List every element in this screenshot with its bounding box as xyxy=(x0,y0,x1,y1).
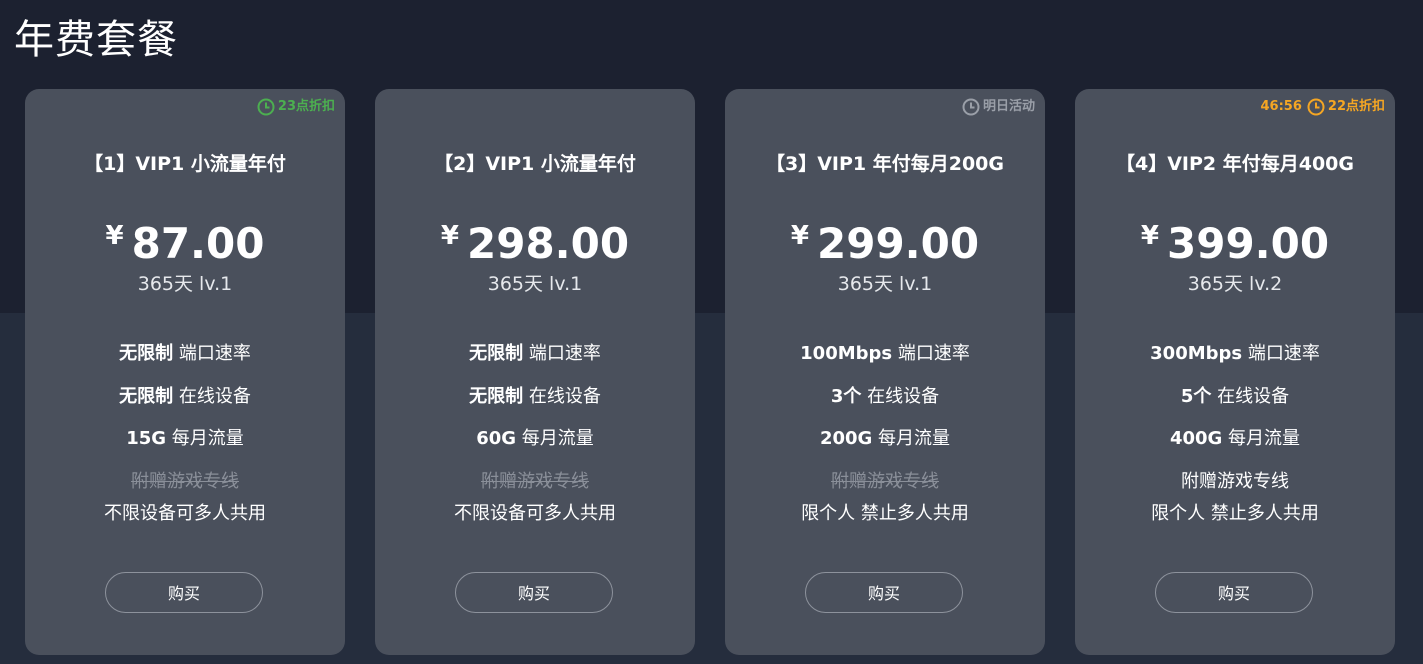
feature-sharing-policy: 限个人 禁止多人共用 xyxy=(1151,503,1319,524)
feature-sharing-policy: 限个人 禁止多人共用 xyxy=(801,503,969,524)
feature-label: 在线设备 xyxy=(528,386,601,407)
feature-sharing-policy: 不限设备可多人共用 xyxy=(454,503,616,524)
feature-monthly-traffic: 200G 每月流量 xyxy=(725,426,1045,452)
plan-card: 46:56 22点折扣 【4】VIP2 年付每月400G ¥399.00 365… xyxy=(1075,89,1395,655)
feature-online-devices: 5个 在线设备 xyxy=(1075,384,1395,410)
feature-value: 300Mbps xyxy=(1150,343,1243,364)
price-amount: 87.00 xyxy=(131,219,265,268)
feature-value: 200G xyxy=(819,428,873,449)
feature-label: 端口速率 xyxy=(897,343,970,364)
feature-game-line: 附赠游戏专线 xyxy=(1181,471,1289,492)
feature-sharing-policy: 不限设备可多人共用 xyxy=(104,503,266,524)
feature-online-devices: 3个 在线设备 xyxy=(725,384,1045,410)
feature-game-line: 附赠游戏专线 xyxy=(831,471,939,492)
promo-countdown: 46:56 xyxy=(1260,99,1302,114)
feature-value: 无限制 xyxy=(469,386,524,407)
promo-label: 明日活动 xyxy=(982,99,1035,114)
price-amount: 399.00 xyxy=(1167,219,1330,268)
feature-value: 60G xyxy=(476,428,517,449)
plan-duration: 365天 lv.1 xyxy=(137,273,233,295)
feature-value: 15G xyxy=(126,428,167,449)
plan-title: 【3】VIP1 年付每月200G xyxy=(765,153,1004,175)
feature-monthly-traffic: 400G 每月流量 xyxy=(1075,426,1395,452)
plan-duration: 365天 lv.2 xyxy=(1187,273,1283,295)
buy-button[interactable]: 购买 xyxy=(1155,572,1313,613)
promo-badge: 23点折扣 xyxy=(257,97,335,117)
plan-price: ¥399.00 xyxy=(1075,211,1395,278)
feature-label: 端口速率 xyxy=(1247,343,1320,364)
plan-card: 23点折扣 【1】VIP1 小流量年付 ¥87.00 365天 lv.1 无限制… xyxy=(25,89,345,655)
plan-duration: 365天 lv.1 xyxy=(837,273,933,295)
feature-value: 无限制 xyxy=(119,343,174,364)
promo-badge: 46:56 22点折扣 xyxy=(1261,97,1385,117)
feature-port-speed: 100Mbps 端口速率 xyxy=(725,341,1045,367)
plan-title: 【2】VIP1 小流量年付 xyxy=(434,153,636,175)
feature-label: 每月流量 xyxy=(1228,428,1301,449)
page-title: 年费套餐 xyxy=(14,17,178,63)
feature-online-devices: 无限制 在线设备 xyxy=(375,384,695,410)
buy-button[interactable]: 购买 xyxy=(455,572,613,613)
plan-price: ¥298.00 xyxy=(375,211,695,278)
plan-card: 【2】VIP1 小流量年付 ¥298.00 365天 lv.1 无限制 端口速率… xyxy=(375,89,695,655)
feature-value: 无限制 xyxy=(469,343,524,364)
feature-monthly-traffic: 15G 每月流量 xyxy=(25,426,345,452)
clock-icon xyxy=(962,98,980,116)
promo-badge: 明日活动 xyxy=(962,97,1035,117)
plan-price: ¥87.00 xyxy=(25,211,345,278)
feature-label: 端口速率 xyxy=(178,343,251,364)
feature-game-line: 附赠游戏专线 xyxy=(481,471,589,492)
clock-icon xyxy=(1307,98,1325,116)
feature-label: 端口速率 xyxy=(528,343,601,364)
feature-value: 100Mbps xyxy=(800,343,893,364)
buy-button[interactable]: 购买 xyxy=(105,572,263,613)
feature-label: 每月流量 xyxy=(171,428,244,449)
feature-label: 每月流量 xyxy=(878,428,951,449)
feature-value: 5个 xyxy=(1180,386,1212,407)
feature-port-speed: 无限制 端口速率 xyxy=(25,341,345,367)
currency-symbol: ¥ xyxy=(790,221,809,251)
feature-label: 在线设备 xyxy=(1217,386,1290,407)
feature-game-line: 附赠游戏专线 xyxy=(131,471,239,492)
currency-symbol: ¥ xyxy=(105,221,124,251)
plan-title: 【4】VIP2 年付每月400G xyxy=(1115,153,1354,175)
feature-value: 400G xyxy=(1169,428,1223,449)
plan-card: 明日活动 【3】VIP1 年付每月200G ¥299.00 365天 lv.1 … xyxy=(725,89,1045,655)
price-amount: 298.00 xyxy=(467,219,630,268)
feature-label: 在线设备 xyxy=(178,386,251,407)
feature-port-speed: 无限制 端口速率 xyxy=(375,341,695,367)
feature-value: 3个 xyxy=(830,386,862,407)
feature-label: 每月流量 xyxy=(521,428,594,449)
currency-symbol: ¥ xyxy=(440,221,459,251)
promo-label: 22点折扣 xyxy=(1327,99,1385,114)
plan-title: 【1】VIP1 小流量年付 xyxy=(84,153,286,175)
plan-price: ¥299.00 xyxy=(725,211,1045,278)
buy-button[interactable]: 购买 xyxy=(805,572,963,613)
plan-duration: 365天 lv.1 xyxy=(487,273,583,295)
feature-value: 无限制 xyxy=(119,386,174,407)
clock-icon xyxy=(257,98,275,116)
price-amount: 299.00 xyxy=(817,219,980,268)
feature-monthly-traffic: 60G 每月流量 xyxy=(375,426,695,452)
currency-symbol: ¥ xyxy=(1140,221,1159,251)
feature-online-devices: 无限制 在线设备 xyxy=(25,384,345,410)
feature-label: 在线设备 xyxy=(867,386,940,407)
feature-port-speed: 300Mbps 端口速率 xyxy=(1075,341,1395,367)
promo-label: 23点折扣 xyxy=(277,99,335,114)
